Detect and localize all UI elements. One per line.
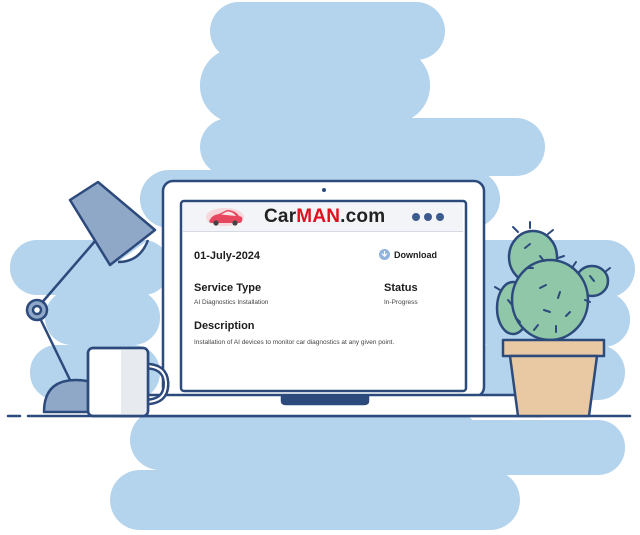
description-value: Installation of AI devices to monitor ca… <box>194 339 395 346</box>
laptop-screen: CarMAN.com 01-July-2024 Download Service… <box>183 203 463 388</box>
more-dots-icon[interactable] <box>412 213 444 221</box>
service-type-value: AI Diagnostics Installation <box>194 299 269 306</box>
app-header: CarMAN.com <box>183 203 463 232</box>
brand-name[interactable]: CarMAN.com <box>264 206 385 228</box>
service-type-label: Service Type <box>194 282 262 294</box>
download-label: Download <box>394 249 437 260</box>
service-date: 01-July-2024 <box>194 250 261 262</box>
download-icon <box>379 249 390 260</box>
car-logo-icon <box>206 208 244 226</box>
download-button[interactable]: Download <box>379 249 437 260</box>
description-label: Description <box>194 320 255 332</box>
status-value: In-Progress <box>384 299 418 306</box>
status-label: Status <box>384 282 418 294</box>
service-card: 01-July-2024 Download Service Type AI Di… <box>183 232 463 388</box>
